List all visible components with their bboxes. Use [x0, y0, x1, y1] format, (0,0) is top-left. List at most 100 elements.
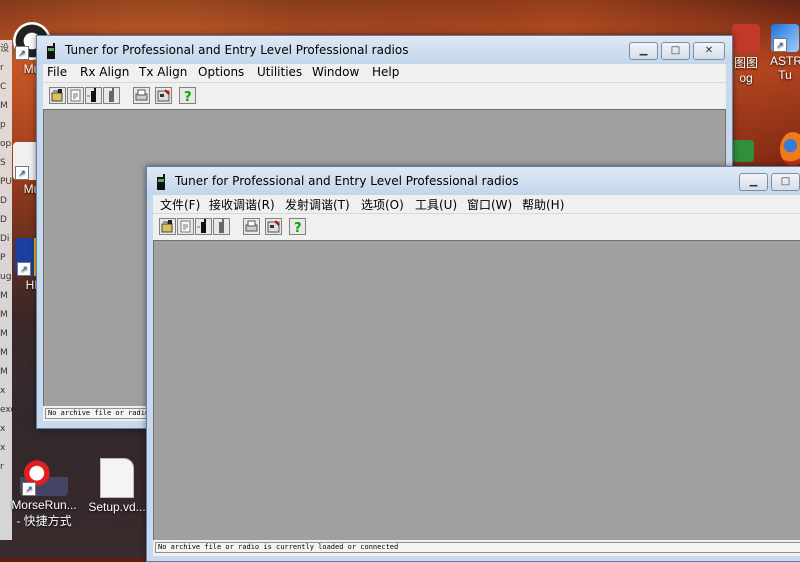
shortcut-arrow-icon: ↗: [22, 482, 36, 496]
morserunner-icon: ↗: [20, 458, 68, 496]
write-radio-button[interactable]: [103, 87, 120, 104]
background-window-text: M: [0, 367, 8, 377]
desktop-icon-tutu[interactable]: 图图 og: [728, 24, 764, 85]
menu-rx-align[interactable]: Rx Align: [80, 65, 129, 79]
background-window-text: x: [0, 386, 6, 396]
menu-window[interactable]: 窗口(W): [467, 196, 512, 213]
desktop-icon-setup[interactable]: Setup.vd...: [84, 458, 150, 514]
menu-file[interactable]: File: [47, 65, 67, 79]
open-archive-icon: [160, 219, 175, 234]
save-archive-icon: [178, 219, 193, 234]
statusbar: No archive file or radio is currently lo…: [153, 540, 800, 556]
background-window-text: PU: [0, 177, 12, 187]
help-button[interactable]: ?: [289, 218, 306, 235]
print-button[interactable]: [133, 87, 150, 104]
menu-rx-align[interactable]: 接收调谐(R): [209, 196, 275, 213]
menu-utilities[interactable]: 工具(U): [415, 196, 457, 213]
background-window-text: op: [0, 139, 12, 149]
window-title: Tuner for Professional and Entry Level P…: [175, 174, 519, 188]
open-archive-button[interactable]: [49, 87, 66, 104]
desktop-icon-label: ASTR: [770, 54, 800, 68]
open-archive-button[interactable]: [159, 218, 176, 235]
svg-text:?: ?: [184, 90, 192, 103]
radio-app-icon: [45, 43, 57, 59]
desktop-icon-sublabel: og: [739, 71, 753, 85]
background-window-text: x: [0, 443, 6, 453]
toolbar: ?: [153, 213, 800, 241]
desktop-icon-morserunner[interactable]: ↗ MorseRun... - 快捷方式: [6, 458, 82, 529]
menu-file[interactable]: 文件(F): [160, 196, 200, 213]
background-window-text: M: [0, 329, 8, 339]
front-window[interactable]: Tuner for Professional and Entry Level P…: [146, 166, 800, 562]
save-archive-button[interactable]: [67, 87, 84, 104]
background-window-text: D: [0, 215, 7, 225]
menu-help[interactable]: Help: [372, 65, 399, 79]
background-window-text: x: [0, 424, 6, 434]
file-icon: [100, 458, 134, 498]
radio-app-icon: [155, 174, 167, 190]
menu-utilities[interactable]: Utilities: [257, 65, 302, 79]
help-icon: ?: [180, 88, 195, 103]
background-window-text: S: [0, 158, 6, 168]
menu-tx-align[interactable]: 发射调谐(T): [285, 196, 350, 213]
menubar: 文件(F) 接收调谐(R) 发射调谐(T) 选项(O) 工具(U) 窗口(W) …: [153, 195, 800, 213]
background-window-text: ug: [0, 272, 12, 282]
help-button[interactable]: ?: [179, 87, 196, 104]
save-archive-icon: [68, 88, 83, 103]
shortcut-arrow-icon: ↗: [15, 46, 29, 60]
background-window-text: 设: [0, 44, 10, 54]
front-window-titlebar[interactable]: Tuner for Professional and Entry Level P…: [147, 167, 800, 195]
open-archive-icon: [50, 88, 65, 103]
maximize-button[interactable]: □: [771, 173, 800, 191]
svg-text:?: ?: [294, 221, 302, 234]
green-app-icon[interactable]: [732, 140, 754, 162]
report-icon: [156, 88, 171, 103]
read-radio-button[interactable]: [195, 218, 212, 235]
background-window-text: M: [0, 101, 8, 111]
read-radio-button[interactable]: [85, 87, 102, 104]
toolbar: ?: [43, 82, 726, 110]
print-icon: [244, 219, 259, 234]
mdi-client-area: [153, 240, 800, 542]
background-window-text: M: [0, 348, 8, 358]
minimize-button[interactable]: ▁: [739, 173, 768, 191]
help-icon: ?: [290, 219, 305, 234]
firefox-icon[interactable]: [780, 132, 800, 166]
desktop-icon-astr[interactable]: ↗ ASTR Tu: [770, 24, 800, 82]
back-window-titlebar[interactable]: Tuner for Professional and Entry Level P…: [37, 36, 732, 64]
desktop-icon-sublabel: Tu: [778, 68, 792, 82]
desktop-icon-sublabel: - 快捷方式: [16, 514, 72, 528]
menu-options[interactable]: 选项(O): [361, 196, 404, 213]
app-shortcut-icon: [732, 24, 760, 52]
menu-help[interactable]: 帮助(H): [522, 196, 564, 213]
status-text: No archive file or radio is currently lo…: [45, 408, 147, 419]
background-window-text: P: [0, 253, 6, 263]
report-button[interactable]: [155, 87, 172, 104]
write-radio-icon: [104, 88, 119, 103]
menu-window[interactable]: Window: [312, 65, 359, 79]
desktop-icon-label: MorseRun...: [11, 498, 77, 512]
print-button[interactable]: [243, 218, 260, 235]
minimize-button[interactable]: ▁: [629, 42, 658, 60]
status-text: No archive file or radio is currently lo…: [155, 542, 800, 553]
background-window-text: p: [0, 120, 6, 130]
report-button[interactable]: [265, 218, 282, 235]
menubar: File Rx Align Tx Align Options Utilities…: [43, 64, 726, 82]
desktop-icon-label: 图图: [733, 56, 758, 70]
close-button[interactable]: ✕: [693, 42, 725, 60]
menu-tx-align[interactable]: Tx Align: [139, 65, 187, 79]
background-window-text: M: [0, 291, 8, 301]
background-window-text: r: [0, 63, 4, 73]
write-radio-button[interactable]: [213, 218, 230, 235]
background-window-text: M: [0, 310, 8, 320]
window-title: Tuner for Professional and Entry Level P…: [65, 43, 409, 57]
desktop-icon-label: Setup.vd...: [88, 500, 146, 514]
background-window-text: exe: [0, 405, 12, 415]
write-radio-icon: [214, 219, 229, 234]
print-icon: [134, 88, 149, 103]
read-radio-icon: [86, 88, 101, 103]
read-radio-icon: [196, 219, 211, 234]
save-archive-button[interactable]: [177, 218, 194, 235]
maximize-button[interactable]: □: [661, 42, 690, 60]
menu-options[interactable]: Options: [198, 65, 244, 79]
